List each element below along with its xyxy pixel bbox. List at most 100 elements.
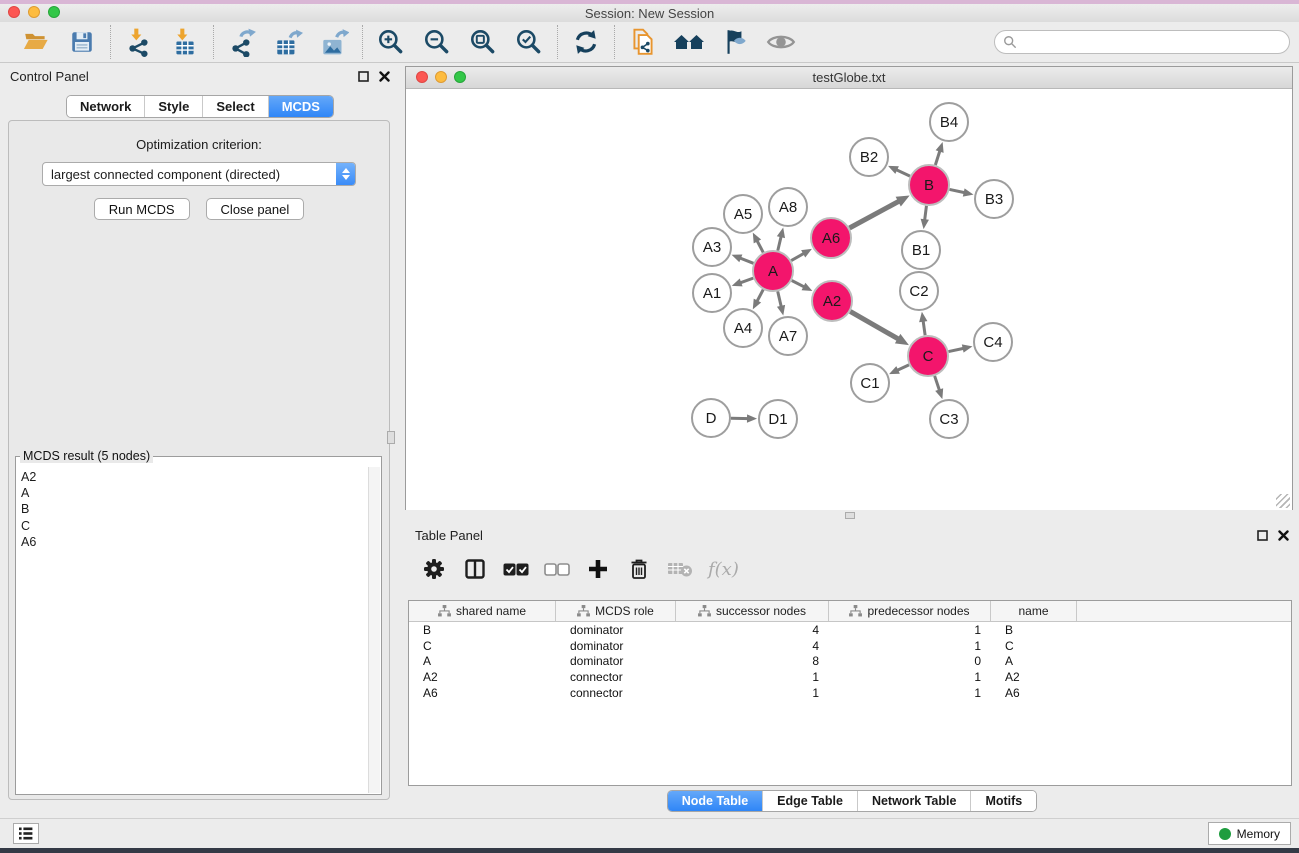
table-cell[interactable]: C	[991, 639, 1077, 653]
delete-column-icon[interactable]	[624, 554, 654, 584]
table-cell[interactable]: 1	[676, 670, 829, 684]
tab-style[interactable]: Style	[144, 96, 202, 117]
search-field[interactable]	[994, 30, 1290, 54]
memory-button[interactable]: Memory	[1208, 822, 1291, 845]
table-cell[interactable]: A2	[991, 670, 1077, 684]
zoom-window-button[interactable]	[48, 6, 60, 18]
graph-node-A8[interactable]: A8	[769, 188, 807, 226]
function-builder-icon[interactable]: f(x)	[708, 559, 739, 580]
close-window-button[interactable]	[8, 6, 20, 18]
export-table-icon[interactable]	[272, 26, 304, 58]
table-row[interactable]: Adominator80A	[409, 653, 1291, 669]
clone-network-icon[interactable]	[627, 26, 659, 58]
graph-node-A6[interactable]: A6	[811, 218, 851, 258]
table-row[interactable]: Bdominator41B	[409, 622, 1291, 638]
table-cell[interactable]: dominator	[556, 639, 676, 653]
zoom-in-icon[interactable]	[375, 26, 407, 58]
table-cell[interactable]: 1	[676, 686, 829, 700]
table-cell[interactable]: 1	[829, 639, 991, 653]
graph-node-A1[interactable]: A1	[693, 274, 731, 312]
gear-icon[interactable]	[419, 554, 449, 584]
tab-network-table[interactable]: Network Table	[857, 791, 971, 811]
tab-node-table[interactable]: Node Table	[668, 791, 762, 811]
optimization-criterion-select[interactable]: largest connected component (directed)	[42, 162, 356, 186]
result-item[interactable]: A	[21, 485, 367, 501]
result-item[interactable]: A6	[21, 534, 367, 550]
graph-node-A3[interactable]: A3	[693, 228, 731, 266]
table-cell[interactable]: 0	[829, 654, 991, 668]
graph-edge-A-A1[interactable]	[739, 278, 753, 283]
graph-edge-C-C3[interactable]	[935, 376, 940, 392]
float-panel-icon[interactable]	[358, 71, 369, 82]
table-cell[interactable]: connector	[556, 686, 676, 700]
table-cell[interactable]: B	[409, 623, 556, 637]
graph-node-C2[interactable]: C2	[900, 272, 938, 310]
home-views-icon[interactable]	[673, 26, 705, 58]
graph-edge-C-C2[interactable]	[923, 320, 925, 335]
column-header-successor-nodes[interactable]: successor nodes	[676, 601, 829, 621]
open-session-icon[interactable]	[20, 26, 52, 58]
table-row[interactable]: A2connector11A2	[409, 669, 1291, 685]
minimize-window-button[interactable]	[28, 6, 40, 18]
table-cell[interactable]: 1	[829, 670, 991, 684]
run-mcds-button[interactable]: Run MCDS	[94, 198, 190, 220]
table-cell[interactable]: 1	[829, 623, 991, 637]
table-cell[interactable]: A6	[409, 686, 556, 700]
graph-edge-B-B4[interactable]	[935, 150, 940, 165]
table-cell[interactable]: dominator	[556, 623, 676, 637]
tab-select[interactable]: Select	[202, 96, 267, 117]
vertical-splitter-handle[interactable]	[387, 431, 395, 444]
result-item[interactable]: B	[21, 501, 367, 517]
graph-edge-A-A5[interactable]	[757, 240, 764, 253]
column-header-name[interactable]: name	[991, 601, 1077, 621]
toggle-graphics-details-icon[interactable]	[719, 26, 751, 58]
graph-edge-A-A3[interactable]	[739, 258, 753, 264]
table-row[interactable]: A6connector11A6	[409, 685, 1291, 701]
table-cell[interactable]: A6	[991, 686, 1077, 700]
select-all-checkboxes-icon[interactable]	[501, 554, 531, 584]
graph-edge-A2-C[interactable]	[850, 311, 899, 339]
graph-node-A2[interactable]: A2	[812, 281, 852, 321]
graph-node-D[interactable]: D	[692, 399, 730, 437]
graph-edge-A-A8[interactable]	[778, 235, 782, 250]
table-cell[interactable]: C	[409, 639, 556, 653]
task-history-button[interactable]	[13, 823, 39, 844]
split-view-icon[interactable]	[460, 554, 490, 584]
graph-node-A7[interactable]: A7	[769, 317, 807, 355]
graph-edge-A-A6[interactable]	[791, 253, 805, 261]
graph-node-C[interactable]: C	[908, 336, 948, 376]
result-item[interactable]: C	[21, 518, 367, 534]
table-cell[interactable]: A	[991, 654, 1077, 668]
tab-network[interactable]: Network	[67, 96, 144, 117]
graph-node-B3[interactable]: B3	[975, 180, 1013, 218]
zoom-selected-icon[interactable]	[513, 26, 545, 58]
tab-mcds[interactable]: MCDS	[268, 96, 333, 117]
table-row[interactable]: Cdominator41C	[409, 638, 1291, 654]
export-network-icon[interactable]	[226, 26, 258, 58]
export-image-icon[interactable]	[318, 26, 350, 58]
search-input[interactable]	[1022, 33, 1289, 51]
float-panel-icon[interactable]	[1257, 530, 1268, 541]
graph-node-D1[interactable]: D1	[759, 400, 797, 438]
graph-edge-A6-B[interactable]	[849, 201, 900, 228]
import-network-icon[interactable]	[123, 26, 155, 58]
column-header-predecessor-nodes[interactable]: predecessor nodes	[829, 601, 991, 621]
mcds-result-list[interactable]: A2ABCA6	[17, 467, 367, 793]
table-cell[interactable]: B	[991, 623, 1077, 637]
graph-node-A4[interactable]: A4	[724, 309, 762, 347]
table-cell[interactable]: 8	[676, 654, 829, 668]
close-panel-icon[interactable]	[1278, 530, 1289, 541]
table-cell[interactable]: dominator	[556, 654, 676, 668]
zoom-out-icon[interactable]	[421, 26, 453, 58]
graph-edge-B-B3[interactable]	[950, 189, 966, 192]
close-panel-icon[interactable]	[379, 71, 390, 82]
node-table[interactable]: shared nameMCDS rolesuccessor nodesprede…	[408, 600, 1292, 786]
graph-edge-A-A4[interactable]	[757, 290, 764, 303]
save-session-icon[interactable]	[66, 26, 98, 58]
graph-edge-C-C1[interactable]	[896, 365, 909, 371]
network-window-titlebar[interactable]: testGlobe.txt	[406, 67, 1292, 89]
graph-node-A5[interactable]: A5	[724, 195, 762, 233]
result-item[interactable]: A2	[21, 469, 367, 485]
graph-node-B2[interactable]: B2	[850, 138, 888, 176]
delete-table-icon[interactable]	[665, 554, 695, 584]
